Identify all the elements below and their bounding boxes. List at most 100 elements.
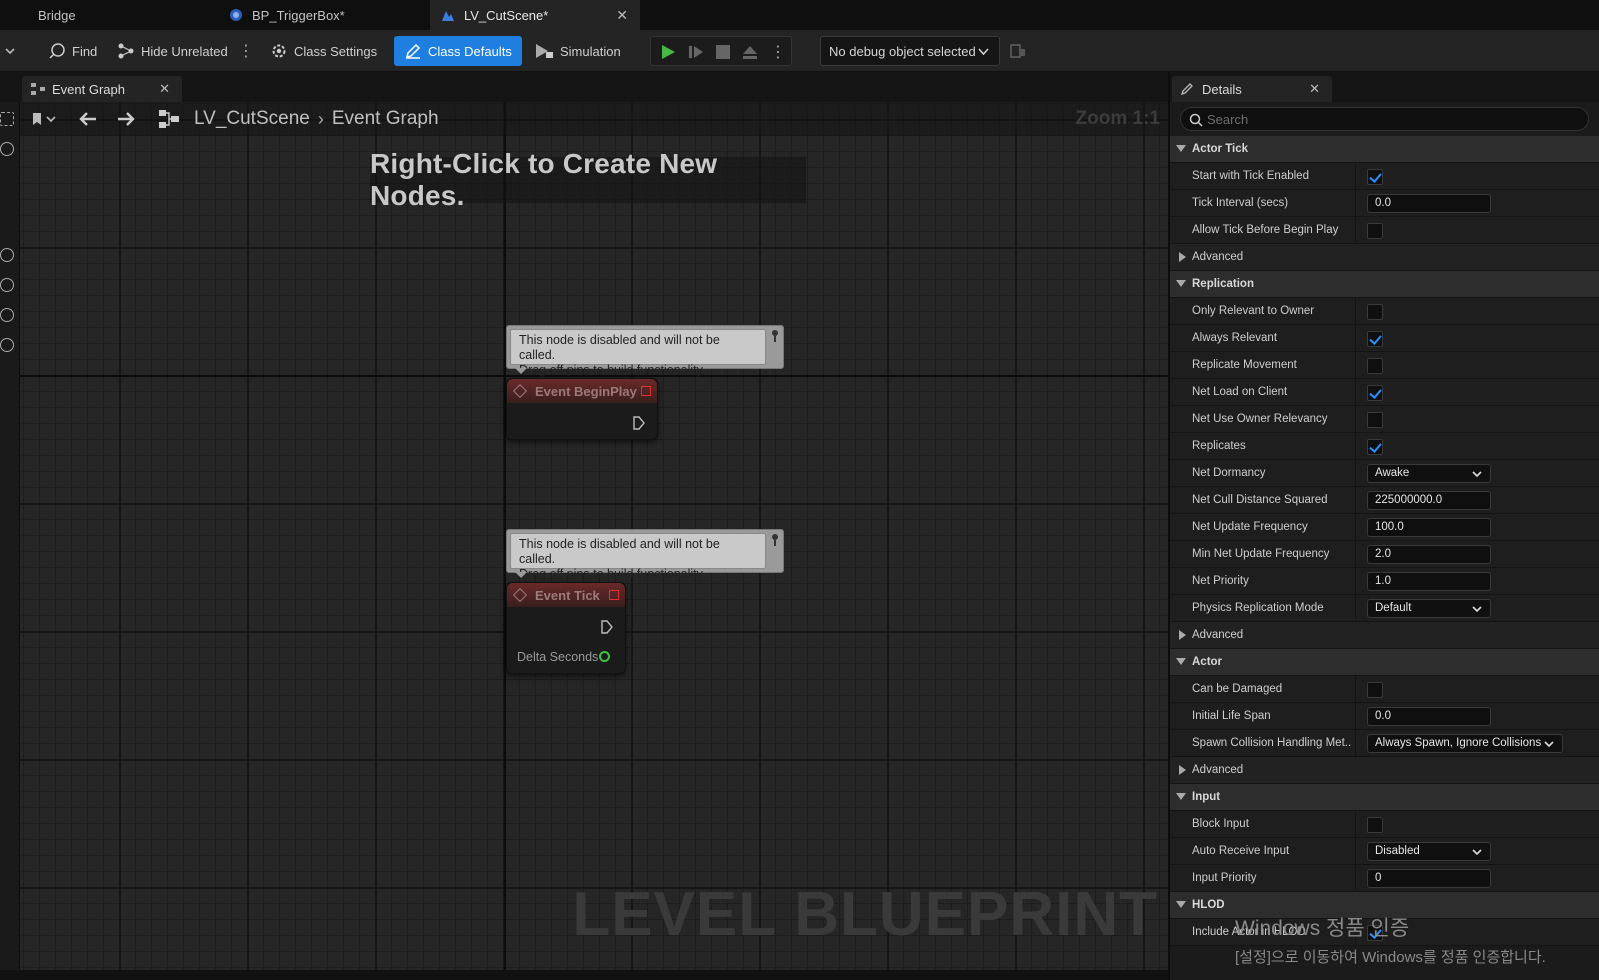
add-icon[interactable]: [0, 248, 14, 262]
checkbox[interactable]: [1367, 169, 1383, 185]
bookmark-icon: [33, 113, 56, 125]
debug-filter-icon[interactable]: [1010, 36, 1032, 66]
dropdown[interactable]: Awake: [1367, 464, 1491, 483]
checkbox[interactable]: [1367, 358, 1383, 374]
exec-pin-icon[interactable]: [633, 416, 645, 430]
tab-lv-cutscene[interactable]: LV_CutScene* ✕: [430, 0, 640, 30]
eject-icon: [743, 46, 757, 59]
hide-unrelated-button[interactable]: Hide Unrelated: [117, 36, 228, 66]
step-button[interactable]: [687, 43, 705, 61]
property-label: Replicate Movement: [1192, 359, 1297, 371]
category-label: HLOD: [1192, 899, 1225, 911]
value-field[interactable]: 0.0: [1367, 707, 1491, 726]
checkbox[interactable]: [1367, 682, 1383, 698]
checkbox[interactable]: [1367, 385, 1383, 401]
back-button[interactable]: [78, 106, 98, 132]
simulation-icon: [536, 44, 553, 58]
comment-line-2: Drag off pins to build functionality.: [519, 363, 706, 377]
property-label: Only Relevant to Owner: [1192, 305, 1315, 317]
property-label: Min Net Update Frequency: [1192, 548, 1330, 560]
close-icon[interactable]: ✕: [616, 7, 628, 24]
details-search-input[interactable]: Search: [1180, 107, 1589, 131]
play-button[interactable]: [659, 43, 677, 61]
expand-arrow-icon: [1176, 658, 1186, 665]
value-field[interactable]: 0.0: [1367, 194, 1491, 213]
column-divider: [1355, 163, 1356, 190]
checkbox[interactable]: [1367, 412, 1383, 428]
chevron-down-icon: [1472, 471, 1482, 478]
class-defaults-button[interactable]: Class Defaults: [394, 36, 522, 66]
more-options-icon[interactable]: ⋮: [238, 36, 254, 66]
level-blueprint-icon: [440, 7, 456, 23]
float-pin-icon[interactable]: [599, 651, 610, 662]
event-tick-node[interactable]: Event Tick Delta Seconds: [506, 582, 626, 674]
pin-icon[interactable]: [770, 329, 780, 343]
column-divider: [1355, 460, 1356, 487]
arrow-right-icon: [118, 112, 135, 126]
forward-button[interactable]: [116, 106, 136, 132]
event-graph-canvas[interactable]: LV_CutScene › Event Graph Zoom 1:1 Right…: [20, 102, 1168, 970]
add-icon[interactable]: [0, 278, 14, 292]
tab-label: BP_TriggerBox*: [252, 7, 345, 23]
value-field[interactable]: 1.0: [1367, 572, 1491, 591]
settings-icon[interactable]: [0, 112, 14, 126]
find-button[interactable]: Find: [48, 36, 97, 66]
value-field[interactable]: 0: [1367, 869, 1491, 888]
node-header: Event Tick: [507, 583, 625, 607]
column-divider: [1355, 190, 1356, 217]
pin-icon[interactable]: [770, 533, 780, 547]
bookmark-button[interactable]: [30, 106, 58, 132]
add-icon[interactable]: [0, 338, 14, 352]
category-input[interactable]: Input: [1170, 784, 1599, 811]
tab-details[interactable]: Details ✕: [1172, 76, 1332, 102]
event-beginplay-node[interactable]: Event BeginPlay: [506, 378, 658, 440]
checkbox[interactable]: [1367, 331, 1383, 347]
class-settings-button[interactable]: Class Settings: [270, 36, 377, 66]
advanced-section-toggle[interactable]: Advanced: [1170, 244, 1599, 271]
value-field[interactable]: 225000000.0: [1367, 491, 1491, 510]
property-label: Block Input: [1192, 818, 1249, 830]
category-actor-tick[interactable]: Actor Tick: [1170, 136, 1599, 163]
dropdown-value: Awake: [1375, 467, 1410, 479]
eject-button[interactable]: [741, 43, 759, 61]
stop-button[interactable]: [714, 43, 732, 61]
dropdown[interactable]: Default: [1367, 599, 1491, 618]
checkbox[interactable]: [1367, 304, 1383, 320]
close-icon[interactable]: ✕: [1309, 81, 1320, 97]
checkbox[interactable]: [1367, 925, 1383, 941]
dropdown[interactable]: Disabled: [1367, 842, 1491, 861]
category-hlod[interactable]: HLOD: [1170, 892, 1599, 919]
category-replication[interactable]: Replication: [1170, 271, 1599, 298]
add-icon[interactable]: [0, 142, 14, 156]
close-icon[interactable]: ✕: [159, 81, 170, 97]
advanced-section-toggle[interactable]: Advanced: [1170, 757, 1599, 784]
checkbox[interactable]: [1367, 817, 1383, 833]
checkbox[interactable]: [1367, 439, 1383, 455]
add-icon[interactable]: [0, 308, 14, 322]
event-icon: [512, 587, 528, 603]
property-label: Net Load on Client: [1192, 386, 1288, 398]
advanced-section-toggle[interactable]: Advanced: [1170, 622, 1599, 649]
debug-object-value: No debug object selected: [829, 43, 976, 59]
delegate-pin-icon[interactable]: [609, 590, 619, 600]
tab-bp-triggerbox[interactable]: BP_TriggerBox*: [218, 0, 430, 30]
debug-object-dropdown[interactable]: No debug object selected: [820, 36, 1000, 66]
exec-pin-icon[interactable]: [601, 620, 613, 634]
column-divider: [1355, 703, 1356, 730]
tab-bridge[interactable]: Bridge: [28, 0, 218, 30]
tab-label: LV_CutScene*: [464, 7, 549, 23]
simulation-button[interactable]: Simulation: [534, 36, 621, 66]
breadcrumb-root[interactable]: LV_CutScene: [194, 108, 310, 130]
category-actor[interactable]: Actor: [1170, 649, 1599, 676]
value-field[interactable]: 2.0: [1367, 545, 1491, 564]
chevron-down-icon[interactable]: [4, 36, 22, 66]
delegate-pin-icon[interactable]: [641, 386, 651, 396]
property-row-net-cull-distance-squared: Net Cull Distance Squared 225000000.0: [1170, 487, 1599, 514]
checkbox[interactable]: [1367, 223, 1383, 239]
tab-event-graph[interactable]: Event Graph ✕: [22, 76, 182, 102]
dropdown[interactable]: Always Spawn, Ignore Collisions: [1367, 734, 1563, 753]
column-divider: [1355, 514, 1356, 541]
comment-line-2: Drag off pins to build functionality.: [519, 567, 706, 581]
play-options-icon[interactable]: ⋮: [769, 43, 787, 61]
value-field[interactable]: 100.0: [1367, 518, 1491, 537]
